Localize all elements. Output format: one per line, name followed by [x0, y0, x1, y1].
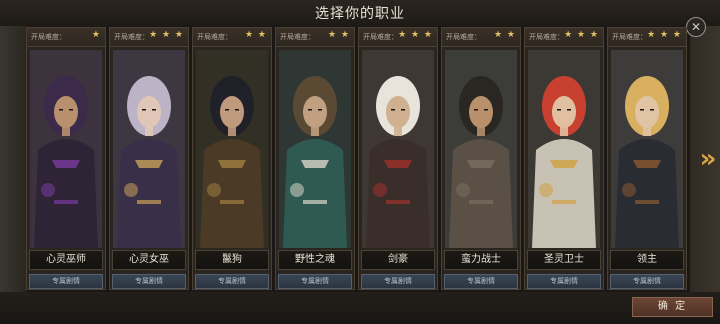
exclusive-story-tag: 专属剧情 [444, 274, 518, 289]
exclusive-story-tag: 专属剧情 [610, 274, 684, 289]
difficulty-header: 开局难度： ★ ★ [193, 28, 271, 47]
difficulty-stars: ★ ★ ★ [149, 30, 184, 40]
class-name: 鬣狗 [195, 250, 269, 270]
character-portrait [279, 50, 351, 248]
class-name: 野性之魂 [278, 250, 352, 270]
character-portrait [528, 50, 600, 248]
portrait-art [30, 50, 102, 248]
difficulty-label: 开局难度： [114, 33, 149, 41]
difficulty-header: 开局难度： ★ ★ ★ [110, 28, 188, 47]
bottom-bar [0, 292, 720, 324]
difficulty-stars: ★ ★ ★ [398, 30, 433, 40]
portrait-art [445, 50, 517, 248]
exclusive-story-tag: 专属剧情 [29, 274, 103, 289]
character-portrait [113, 50, 185, 248]
class-card[interactable]: 开局难度： ★ ★ ★ 剑豪 专属剧情 [358, 27, 438, 290]
class-name: 剑豪 [361, 250, 435, 270]
difficulty-label: 开局难度： [529, 33, 564, 41]
class-name: 心灵巫师 [29, 250, 103, 270]
class-card[interactable]: 开局难度： ★ 心灵巫师 专属剧情 [26, 27, 106, 290]
difficulty-stars: ★ ★ [494, 30, 516, 40]
exclusive-story-tag: 专属剧情 [195, 274, 269, 289]
page-title: 选择你的职业 [315, 6, 405, 22]
difficulty-label: 开局难度： [446, 33, 481, 41]
difficulty-header: 开局难度： ★ ★ ★ [608, 28, 686, 47]
class-name: 圣灵卫士 [527, 250, 601, 270]
difficulty-header: 开局难度： ★ ★ ★ [525, 28, 603, 47]
portrait-art [611, 50, 683, 248]
portrait-art [196, 50, 268, 248]
exclusive-story-tag: 专属剧情 [361, 274, 435, 289]
difficulty-header: 开局难度： ★ ★ [276, 28, 354, 47]
difficulty-stars: ★ ★ ★ [564, 30, 599, 40]
difficulty-label: 开局难度： [197, 33, 232, 41]
class-name: 领主 [610, 250, 684, 270]
difficulty-label: 开局难度： [31, 33, 66, 41]
class-card-list: 开局难度： ★ 心灵巫师 专属剧情 开局难度： ★ ★ ★ 心灵女巫 专属剧情 … [26, 27, 690, 291]
character-portrait [362, 50, 434, 248]
class-name: 心灵女巫 [112, 250, 186, 270]
class-card[interactable]: 开局难度： ★ ★ ★ 心灵女巫 专属剧情 [109, 27, 189, 290]
class-card[interactable]: 开局难度： ★ ★ 蛮力战士 专属剧情 [441, 27, 521, 290]
difficulty-stars: ★ [91, 30, 101, 40]
difficulty-header: 开局难度： ★ [27, 28, 105, 47]
difficulty-label: 开局难度： [363, 33, 398, 41]
confirm-button[interactable]: 确 定 [632, 297, 713, 317]
class-card[interactable]: 开局难度： ★ ★ 鬣狗 专属剧情 [192, 27, 272, 290]
portrait-art [279, 50, 351, 248]
portrait-art [113, 50, 185, 248]
difficulty-label: 开局难度： [612, 33, 647, 41]
class-card[interactable]: 开局难度： ★ ★ ★ 圣灵卫士 专属剧情 [524, 27, 604, 290]
character-portrait [30, 50, 102, 248]
difficulty-stars: ★ ★ [245, 30, 267, 40]
class-card[interactable]: 开局难度： ★ ★ 野性之魂 专属剧情 [275, 27, 355, 290]
difficulty-label: 开局难度： [280, 33, 315, 41]
portrait-art [528, 50, 600, 248]
exclusive-story-tag: 专属剧情 [112, 274, 186, 289]
character-portrait [196, 50, 268, 248]
class-card[interactable]: 开局难度： ★ ★ ★ 领主 专属剧情 [607, 27, 687, 290]
difficulty-stars: ★ ★ [328, 30, 350, 40]
difficulty-stars: ★ ★ ★ [647, 30, 682, 40]
exclusive-story-tag: 专属剧情 [527, 274, 601, 289]
exclusive-story-tag: 专属剧情 [278, 274, 352, 289]
character-portrait [445, 50, 517, 248]
portrait-art [362, 50, 434, 248]
next-page-arrow-icon[interactable]: » [697, 144, 719, 174]
difficulty-header: 开局难度： ★ ★ [442, 28, 520, 47]
background-left [0, 26, 26, 294]
character-portrait [611, 50, 683, 248]
difficulty-header: 开局难度： ★ ★ ★ [359, 28, 437, 47]
class-name: 蛮力战士 [444, 250, 518, 270]
